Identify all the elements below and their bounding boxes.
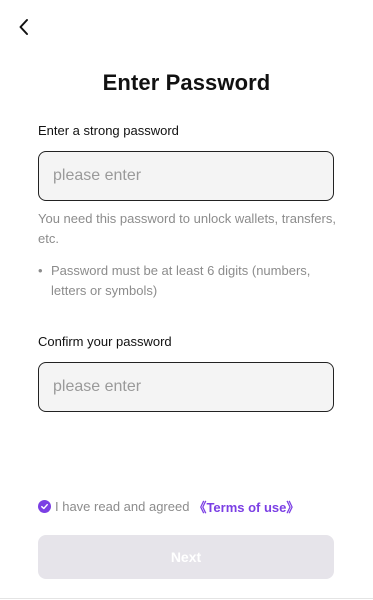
password-rule-text: Password must be at least 6 digits (numb… bbox=[51, 263, 311, 298]
check-circle-icon[interactable] bbox=[38, 500, 51, 513]
password-field-container bbox=[38, 151, 334, 201]
password-rule-item: • Password must be at least 6 digits (nu… bbox=[38, 261, 338, 301]
back-button[interactable] bbox=[14, 15, 34, 39]
chevron-left-icon bbox=[19, 19, 28, 35]
password-label: Enter a strong password bbox=[38, 123, 179, 138]
agreement-text: I have read and agreed bbox=[55, 499, 190, 514]
password-input[interactable] bbox=[39, 152, 333, 200]
next-button[interactable]: Next bbox=[38, 535, 334, 579]
enter-password-screen: Enter Password Enter a strong password Y… bbox=[0, 0, 373, 600]
agreement-row: I have read and agreed 《Terms of use》 bbox=[38, 497, 299, 516]
page-title: Enter Password bbox=[102, 70, 271, 95]
bullet-icon: • bbox=[38, 263, 43, 278]
confirm-password-input[interactable] bbox=[39, 363, 333, 411]
password-help-text: You need this password to unlock wallets… bbox=[38, 211, 336, 246]
confirm-password-field-container bbox=[38, 362, 334, 412]
terms-of-use-link[interactable]: 《Terms of use》 bbox=[193, 497, 299, 516]
bottom-divider bbox=[0, 598, 373, 599]
confirm-password-label: Confirm your password bbox=[38, 334, 172, 349]
